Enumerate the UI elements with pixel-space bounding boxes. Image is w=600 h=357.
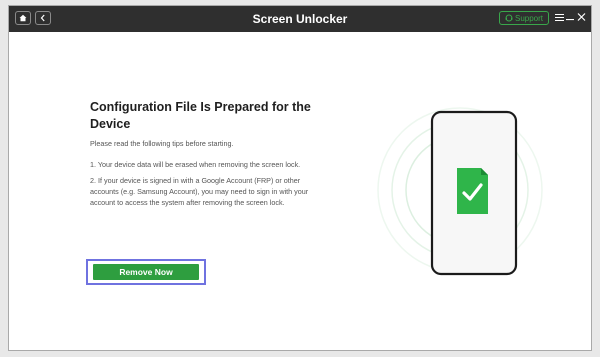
- file-check-icon: [457, 168, 488, 214]
- support-button[interactable]: Support: [499, 11, 549, 25]
- tip-item: 2. If your device is signed in with a Go…: [90, 176, 309, 207]
- title-bar: Screen Unlocker Support: [9, 6, 591, 32]
- support-label: Support: [514, 13, 544, 23]
- phone-illustration: [377, 107, 543, 276]
- intro-text: Please read the following tips before st…: [90, 139, 234, 148]
- minimize-icon[interactable]: [566, 13, 574, 22]
- remove-now-button[interactable]: Remove Now: [93, 264, 199, 280]
- page-heading: Configuration File Is Prepared for the D…: [90, 100, 311, 131]
- remove-now-highlight: Remove Now: [86, 259, 206, 285]
- menu-icon[interactable]: [555, 13, 564, 22]
- tip-item: 1. Your device data will be erased when …: [90, 160, 301, 169]
- close-icon[interactable]: [577, 12, 586, 22]
- support-icon: [505, 14, 513, 22]
- tips-list: 1. Your device data will be erased when …: [90, 159, 315, 213]
